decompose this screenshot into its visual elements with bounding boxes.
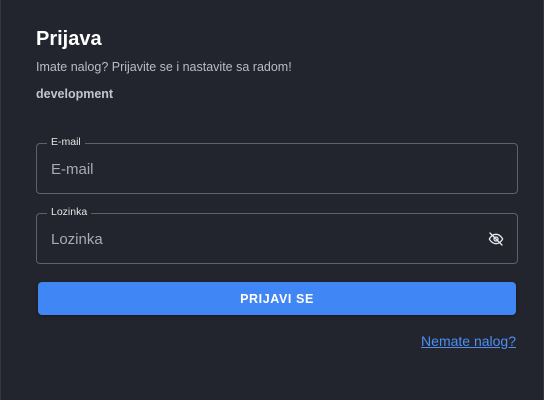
email-label: E-mail: [47, 136, 85, 148]
page-subtitle: Imate nalog? Prijavite se i nastavite sa…: [36, 60, 292, 74]
email-input[interactable]: [51, 158, 471, 180]
environment-label: development: [36, 87, 114, 101]
page-title: Prijava: [36, 28, 102, 50]
login-card: Prijava Imate nalog? Prijavite se i nast…: [0, 0, 544, 400]
password-input[interactable]: [51, 228, 471, 250]
password-field[interactable]: Lozinka: [36, 206, 518, 264]
register-link[interactable]: Nemate nalog?: [421, 333, 516, 349]
login-button[interactable]: PRIJAVI SE: [38, 282, 516, 315]
email-field[interactable]: E-mail: [36, 136, 518, 194]
eye-off-icon[interactable]: [487, 231, 505, 247]
password-label: Lozinka: [47, 206, 92, 218]
